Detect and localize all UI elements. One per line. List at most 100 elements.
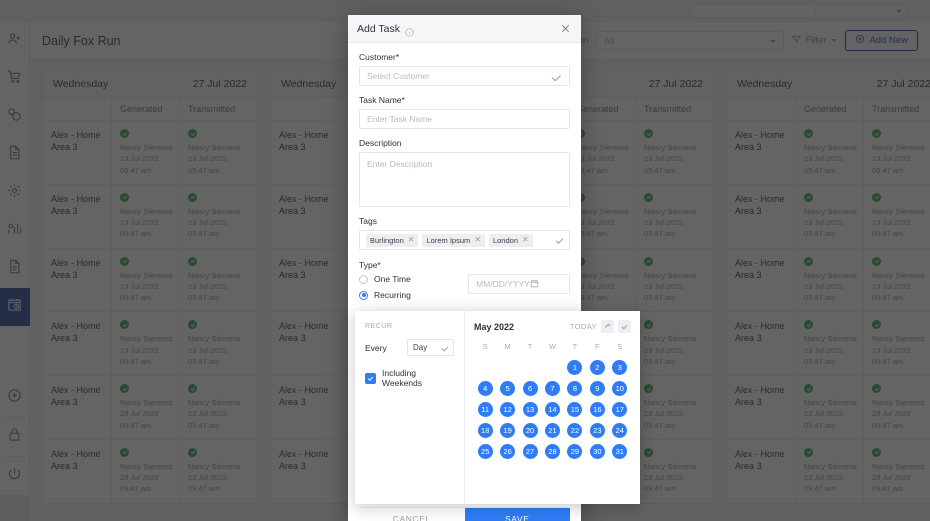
radio-label-one-time: One Time <box>374 274 411 284</box>
calendar-day-cell[interactable]: 23 <box>586 421 608 439</box>
calendar-day-cell[interactable]: 20 <box>519 421 541 439</box>
info-icon[interactable] <box>405 24 414 37</box>
every-row: Every Day <box>365 339 454 356</box>
calendar-day-cell[interactable]: 2 <box>586 358 608 376</box>
calendar-dow-label: M <box>504 342 511 351</box>
calendar-empty-cell <box>496 358 518 376</box>
calendar-empty-cell <box>541 358 563 376</box>
calendar-day-label: 10 <box>612 380 628 396</box>
calendar-prev-button[interactable] <box>601 320 614 333</box>
recur-caption: RECUR <box>365 323 393 330</box>
save-button[interactable]: SAVE <box>464 508 570 521</box>
cancel-button[interactable]: CANCEL <box>359 508 465 521</box>
description-textarea[interactable]: Enter Description <box>359 152 570 207</box>
calendar-day-label: 3 <box>612 359 628 375</box>
calendar-day-cell[interactable]: 11 <box>474 400 496 418</box>
calendar-day-label: 1 <box>567 359 583 375</box>
screen: Daily Fox Run Location All Filter <box>0 0 930 521</box>
calendar-day-label: 11 <box>477 401 493 417</box>
calendar-day-cell[interactable]: 6 <box>519 379 541 397</box>
including-weekends-label: Including Weekends <box>382 368 423 388</box>
remove-tag-icon[interactable]: ✕ <box>474 236 481 244</box>
calendar-day-label: 22 <box>567 422 583 438</box>
recurrence-popover: RECUR Every Day Including Weekends May 2… <box>355 311 640 504</box>
calendar-empty-cell <box>519 358 541 376</box>
every-select[interactable]: Day <box>407 339 454 356</box>
calendar-day-cell[interactable]: 22 <box>564 421 586 439</box>
calendar-day-label: 21 <box>544 422 560 438</box>
calendar-day-cell[interactable]: 28 <box>541 442 563 460</box>
calendar-day-cell[interactable]: 7 <box>541 379 563 397</box>
calendar-day-cell[interactable]: 4 <box>474 379 496 397</box>
chevron-down-icon[interactable] <box>555 236 564 244</box>
tag-label: London <box>492 235 518 245</box>
calendar-day-cell[interactable]: 13 <box>519 400 541 418</box>
calendar-day-cell[interactable]: 21 <box>541 421 563 439</box>
customer-select[interactable]: Select Customer <box>359 66 570 86</box>
calendar-day-cell[interactable]: 9 <box>586 379 608 397</box>
calendar-day-cell[interactable]: 17 <box>609 400 631 418</box>
calendar-day-label: 2 <box>589 359 605 375</box>
calendar-day-cell[interactable]: 5 <box>496 379 518 397</box>
radio-one-time[interactable]: One Time <box>359 274 465 284</box>
calendar-day-label: 9 <box>589 380 605 396</box>
calendar-day-label: 18 <box>477 422 493 438</box>
remove-tag-icon[interactable]: ✕ <box>522 236 529 244</box>
calendar-day-cell[interactable]: 16 <box>586 400 608 418</box>
calendar-day-cell[interactable]: 3 <box>609 358 631 376</box>
calendar-day-cell[interactable]: 31 <box>609 442 631 460</box>
calendar-header: May 2022 TODAY <box>474 320 631 333</box>
calendar-day-label: 15 <box>567 401 583 417</box>
calendar-day-cell[interactable]: 1 <box>564 358 586 376</box>
tag-chip[interactable]: London ✕ <box>488 233 533 247</box>
calendar-day-cell[interactable]: 10 <box>609 379 631 397</box>
tags-input[interactable]: Burlington ✕ Lorem Ipsum ✕ London ✕ <box>359 230 570 250</box>
including-weekends-row[interactable]: Including Weekends <box>365 368 454 388</box>
date-placeholder: MM/DD/YYYY <box>476 279 530 289</box>
calendar-day-cell[interactable]: 26 <box>496 442 518 460</box>
calendar-day-label: 12 <box>500 401 516 417</box>
calendar-day-cell[interactable]: 29 <box>564 442 586 460</box>
radio-label-recurring: Recurring <box>374 290 411 300</box>
remove-tag-icon[interactable]: ✕ <box>408 236 415 244</box>
calendar-day-cell[interactable]: 14 <box>541 400 563 418</box>
modal-header: Add Task <box>348 15 581 43</box>
calendar-day-label: 13 <box>522 401 538 417</box>
type-row: One Time Recurring MM/DD/YYYY <box>359 274 570 306</box>
calendar-day-label: 8 <box>567 380 583 396</box>
calendar-today-button[interactable]: TODAY <box>570 322 597 331</box>
calendar-day-cell[interactable]: 25 <box>474 442 496 460</box>
calendar-day-cell[interactable]: 12 <box>496 400 518 418</box>
calendar-day-label: 20 <box>522 422 538 438</box>
calendar-day-cell[interactable]: 15 <box>564 400 586 418</box>
calendar-day-label: 17 <box>612 401 628 417</box>
radio-icon-recurring <box>359 290 368 300</box>
calendar-day-label: 5 <box>500 380 516 396</box>
radio-recurring[interactable]: Recurring <box>359 290 465 300</box>
calendar-day-label: 31 <box>612 443 628 459</box>
tag-chip[interactable]: Lorem Ipsum ✕ <box>422 233 485 247</box>
calendar-day-cell[interactable]: 27 <box>519 442 541 460</box>
close-icon[interactable] <box>559 22 572 35</box>
calendar-day-cell[interactable]: 8 <box>564 379 586 397</box>
tag-chip[interactable]: Burlington ✕ <box>366 233 419 247</box>
calendar-day-cell[interactable]: 24 <box>609 421 631 439</box>
task-name-input[interactable]: Enter Task Name <box>359 109 570 129</box>
checkbox-icon-weekends <box>365 372 376 384</box>
type-radio-group: One Time Recurring <box>359 274 465 306</box>
calendar-day-label: 24 <box>612 422 628 438</box>
chevron-down-icon <box>621 323 628 330</box>
calendar-empty-cell <box>474 358 496 376</box>
calendar-grid: S M T W T F S 1 2 3 4 5 6 7 8 9 10 11 12 13 14 15 16 17 18 19 20 21… <box>474 342 631 460</box>
customer-label: Customer* <box>359 52 400 62</box>
date-input[interactable]: MM/DD/YYYY <box>468 274 570 294</box>
calendar-day-label: 25 <box>477 443 493 459</box>
calendar-next-button[interactable] <box>618 320 631 333</box>
calendar-day-label: 6 <box>522 380 538 396</box>
calendar-day-cell[interactable]: 18 <box>474 421 496 439</box>
calendar-day-cell[interactable]: 19 <box>496 421 518 439</box>
calendar-day-label: 23 <box>589 422 605 438</box>
tag-label: Burlington <box>370 235 404 245</box>
calendar-day-cell[interactable]: 30 <box>586 442 608 460</box>
radio-icon-one-time <box>359 274 368 284</box>
